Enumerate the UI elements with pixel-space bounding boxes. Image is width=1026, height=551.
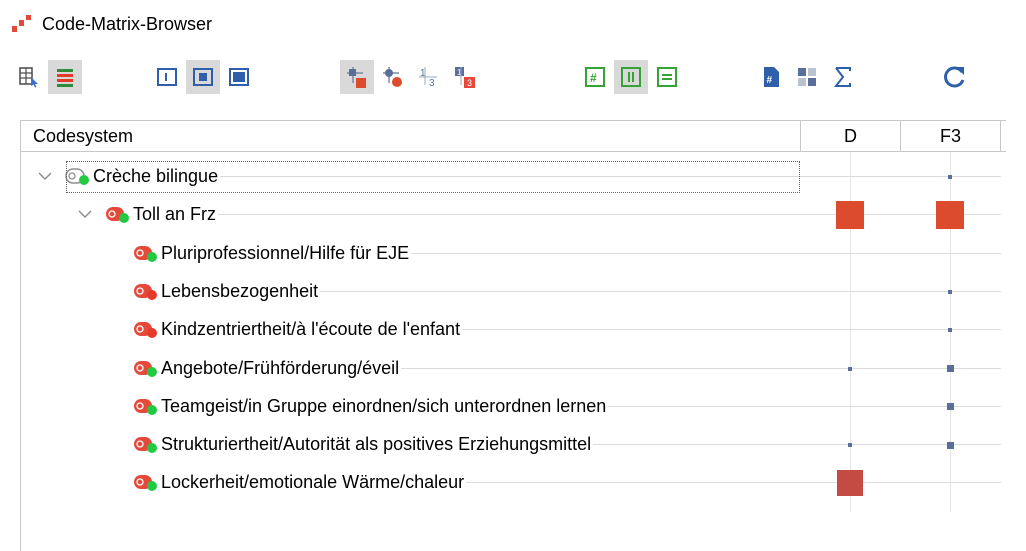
document-hash-button[interactable]: # bbox=[754, 60, 788, 94]
svg-text:#: # bbox=[767, 75, 773, 86]
matrix-row[interactable]: Toll an Frz bbox=[21, 196, 1006, 234]
focus-outline bbox=[66, 161, 800, 193]
code-label[interactable]: Lebensbezogenheit bbox=[161, 278, 321, 303]
grid-hash-button[interactable]: # bbox=[578, 60, 612, 94]
code-label[interactable]: Lockerheit/emotionale Wärme/chaleur bbox=[161, 470, 467, 495]
matrix-cell-f3[interactable] bbox=[948, 289, 952, 294]
document-grid-button[interactable] bbox=[12, 60, 46, 94]
sum-button[interactable] bbox=[826, 60, 860, 94]
document-hash-icon: # bbox=[764, 67, 779, 87]
view-center-panel-button[interactable] bbox=[186, 60, 220, 94]
numbers-button[interactable]: 1 3 bbox=[412, 60, 446, 94]
view-left-panel-button[interactable] bbox=[150, 60, 184, 94]
refresh-button[interactable] bbox=[938, 60, 972, 94]
grid-hash-icon: # bbox=[585, 67, 605, 87]
counts-button[interactable] bbox=[790, 60, 824, 94]
highlighted-numbers-button[interactable]: 1 3 bbox=[448, 60, 482, 94]
chevron-down-icon[interactable] bbox=[77, 206, 93, 222]
code-icon bbox=[134, 245, 157, 262]
code-icon bbox=[134, 475, 157, 492]
code-label[interactable]: Strukturiertheit/Autorität als positives… bbox=[161, 432, 594, 457]
matrix-cell-d[interactable] bbox=[836, 201, 864, 230]
symbol-circle-button[interactable] bbox=[376, 60, 410, 94]
counts-icon bbox=[798, 68, 816, 86]
view-full-panel-button[interactable] bbox=[222, 60, 256, 94]
symbol-square-icon bbox=[347, 67, 366, 88]
colored-rows-button[interactable] bbox=[48, 60, 82, 94]
column-header-d[interactable]: D bbox=[801, 121, 901, 151]
symbol-circle-icon bbox=[383, 67, 402, 87]
columns-icon bbox=[621, 67, 641, 87]
document-grid-icon bbox=[19, 67, 38, 88]
matrix-row[interactable]: Lockerheit/emotionale Wärme/chaleur bbox=[21, 464, 1006, 502]
code-label[interactable]: Teamgeist/in Gruppe einordnen/sich unter… bbox=[161, 393, 609, 418]
matrix-cell-f3[interactable] bbox=[946, 441, 954, 449]
view-full-panel-icon bbox=[229, 68, 249, 86]
matrix-row[interactable]: Strukturiertheit/Autorität als positives… bbox=[21, 426, 1006, 464]
colored-rows-icon bbox=[57, 69, 73, 87]
svg-text:3: 3 bbox=[429, 78, 435, 89]
code-label[interactable]: Kindzentriertheit/à l'écoute de l'enfant bbox=[161, 317, 463, 342]
matrix-row[interactable]: Angebote/Frühförderung/éveil bbox=[21, 350, 1006, 388]
matrix-cell-f3[interactable] bbox=[946, 403, 954, 411]
matrix-header: Codesystem D F3 bbox=[21, 120, 1006, 152]
row-guide-line bbox=[133, 214, 1001, 216]
code-label[interactable]: Angebote/Frühförderung/éveil bbox=[161, 355, 402, 380]
symbol-square-button[interactable] bbox=[340, 60, 374, 94]
matrix-row[interactable]: Lebensbezogenheit bbox=[21, 273, 1006, 311]
code-icon bbox=[134, 322, 157, 339]
matrix-cell-f3[interactable] bbox=[946, 365, 954, 372]
highlighted-numbers-icon: 1 3 bbox=[455, 67, 475, 88]
numbers-icon: 1 3 bbox=[419, 67, 437, 89]
code-icon bbox=[134, 398, 157, 415]
window-title: Code-Matrix-Browser bbox=[42, 14, 213, 34]
code-icon bbox=[134, 437, 157, 454]
code-icon bbox=[134, 283, 157, 300]
toolbar: 1 3 1 3 # # bbox=[0, 56, 1026, 116]
matrix-row[interactable]: Kindzentriertheit/à l'écoute de l'enfant bbox=[21, 311, 1006, 349]
codesystem-header[interactable]: Codesystem bbox=[21, 121, 801, 151]
columns-button[interactable] bbox=[614, 60, 648, 94]
svg-text:#: # bbox=[590, 71, 597, 85]
code-matrix-grid: Codesystem D F3 Crèche bilingue Toll an F… bbox=[20, 120, 1006, 551]
chevron-down-icon[interactable] bbox=[37, 168, 53, 184]
matrix-row[interactable]: Pluriprofessionnel/Hilfe für EJE bbox=[21, 235, 1006, 273]
rows-icon bbox=[657, 67, 677, 87]
matrix-cell-f3[interactable] bbox=[948, 175, 952, 179]
view-center-panel-icon bbox=[193, 68, 213, 86]
app-logo bbox=[12, 15, 31, 32]
code-icon bbox=[106, 207, 129, 224]
code-label[interactable]: Toll an Frz bbox=[133, 202, 219, 227]
matrix-cell-d[interactable] bbox=[848, 366, 852, 371]
matrix-row[interactable]: Teamgeist/in Gruppe einordnen/sich unter… bbox=[21, 388, 1006, 426]
matrix-cell-d[interactable] bbox=[837, 470, 863, 497]
rows-button[interactable] bbox=[650, 60, 684, 94]
sum-icon bbox=[833, 67, 851, 87]
matrix-cell-d[interactable] bbox=[848, 443, 852, 448]
code-icon bbox=[134, 360, 157, 377]
matrix-row[interactable]: Crèche bilingue bbox=[21, 158, 1006, 196]
matrix-cell-f3[interactable] bbox=[936, 201, 964, 230]
svg-text:3: 3 bbox=[467, 78, 472, 88]
matrix-cell-f3[interactable] bbox=[948, 328, 952, 333]
refresh-icon bbox=[944, 66, 965, 88]
code-label[interactable]: Pluriprofessionnel/Hilfe für EJE bbox=[161, 240, 412, 265]
view-left-panel-icon bbox=[157, 68, 177, 86]
title-bar: Code-Matrix-Browser bbox=[0, 0, 1026, 52]
column-header-f3[interactable]: F3 bbox=[901, 121, 1001, 151]
